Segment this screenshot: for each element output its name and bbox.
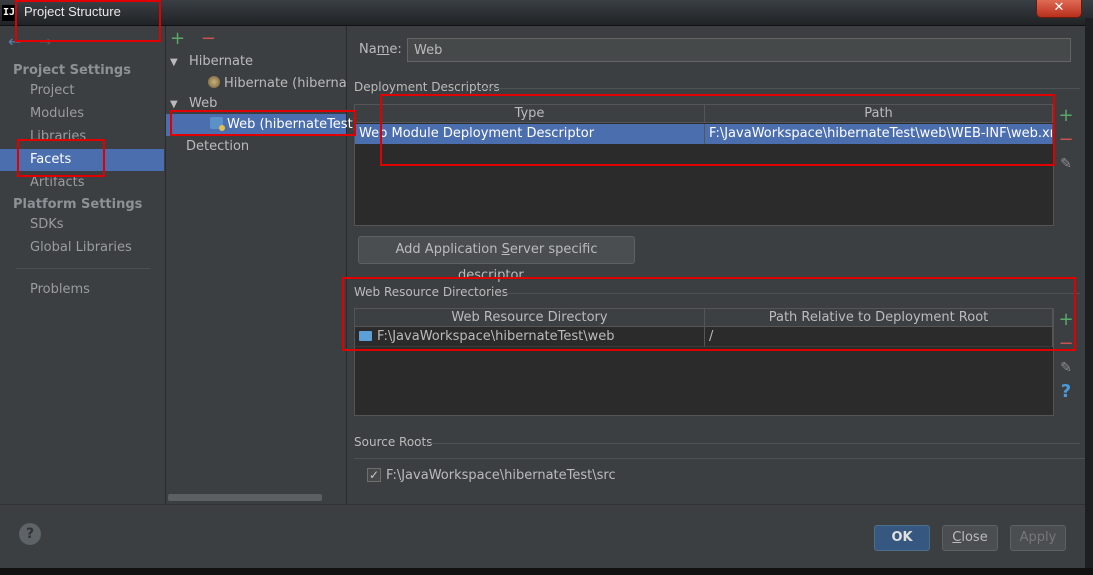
web-resource-directory-cell: F:\JavaWorkspace\hibernateTest\web — [355, 327, 705, 347]
expand-toggle-icon[interactable]: ▼ — [170, 94, 184, 116]
relative-path-cell: / — [705, 327, 1053, 347]
tree-toolbar: + − — [170, 28, 216, 49]
nav-item-project[interactable]: Project — [0, 80, 164, 102]
group-divider — [428, 443, 1080, 444]
intellij-app-icon: IJ — [2, 5, 16, 21]
tree-node-label: Web (hibernateTest) — [227, 117, 358, 132]
nav-item-facets[interactable]: Facets — [0, 149, 164, 171]
descriptor-path-cell: F:\JavaWorkspace\hibernateTest\web\WEB-I… — [705, 124, 1053, 144]
hibernate-icon — [208, 76, 220, 88]
settings-nav: ← → Project Settings Project Modules Lib… — [0, 26, 164, 504]
remove-descriptor-icon[interactable]: − — [1054, 128, 1078, 152]
tree-node-web[interactable]: ▼ Web — [170, 93, 346, 115]
nav-item-artifacts[interactable]: Artifacts — [0, 172, 164, 194]
web-resource-toolbar: + − ✎ ? — [1054, 308, 1078, 404]
column-header-relative-path[interactable]: Path Relative to Deployment Root — [705, 309, 1053, 327]
add-web-resource-icon[interactable]: + — [1054, 308, 1078, 332]
web-facet-icon — [210, 117, 225, 131]
window-border — [1085, 18, 1093, 575]
back-arrow-icon[interactable]: ← — [8, 32, 21, 51]
name-label: Name: — [359, 42, 402, 57]
nav-divider — [16, 268, 150, 269]
nav-item-libraries[interactable]: Libraries — [0, 126, 164, 148]
table-row[interactable]: F:\JavaWorkspace\hibernateTest\web / — [355, 327, 1053, 347]
table-row[interactable]: Web Module Deployment Descriptor F:\Java… — [355, 124, 1053, 144]
deployment-descriptors-table: Type Path Web Module Deployment Descript… — [354, 104, 1054, 226]
ok-button[interactable]: OK — [874, 525, 930, 551]
source-root-path: F:\JavaWorkspace\hibernateTest\src — [386, 468, 616, 483]
facet-tree: + − ▼ Hibernate Hibernate (hibernateTest)… — [165, 26, 358, 504]
tree-horizontal-scrollbar[interactable] — [168, 494, 322, 501]
apply-button[interactable]: Apply — [1010, 525, 1066, 551]
web-resource-table: Web Resource Directory Path Relative to … — [354, 308, 1054, 416]
tree-node-hibernate[interactable]: ▼ Hibernate — [170, 51, 346, 73]
descriptor-type-cell: Web Module Deployment Descriptor — [355, 124, 705, 144]
column-header-web-resource-directory[interactable]: Web Resource Directory — [355, 309, 705, 327]
tree-node-label: Hibernate — [189, 54, 254, 69]
tree-node-label: Web — [189, 96, 218, 111]
deployment-descriptors-label: Deployment Descriptors — [354, 80, 500, 94]
facet-name-input[interactable] — [407, 38, 1071, 62]
forward-arrow-icon[interactable]: → — [39, 32, 52, 51]
descriptor-toolbar: + − ✎ — [1054, 104, 1078, 176]
edit-web-resource-icon[interactable]: ✎ — [1054, 356, 1078, 380]
column-header-type[interactable]: Type — [355, 105, 705, 123]
tree-node-hibernate-facet[interactable]: Hibernate (hibernateTest) — [208, 73, 346, 95]
edit-descriptor-icon[interactable]: ✎ — [1054, 152, 1078, 176]
tree-node-detection[interactable]: Detection — [186, 136, 346, 158]
remove-web-resource-icon[interactable]: − — [1054, 332, 1078, 356]
window-title: Project Structure — [24, 4, 121, 19]
source-root-checkbox[interactable]: ✓ — [367, 468, 381, 482]
table-header: Type Path — [355, 105, 1053, 123]
remove-facet-icon[interactable]: − — [201, 28, 216, 49]
nav-item-modules[interactable]: Modules — [0, 103, 164, 125]
nav-item-problems[interactable]: Problems — [0, 279, 164, 301]
dialog-footer: ? OK Close Apply — [0, 504, 1085, 568]
title-bar: IJ Project Structure ✕ — [0, 0, 1093, 26]
project-structure-dialog: ← → Project Settings Project Modules Lib… — [0, 26, 1085, 568]
nav-item-sdks[interactable]: SDKs — [0, 214, 164, 236]
add-facet-icon[interactable]: + — [170, 28, 185, 49]
window-close-button[interactable]: ✕ — [1036, 0, 1082, 18]
add-descriptor-icon[interactable]: + — [1054, 104, 1078, 128]
platform-settings-header: Platform Settings — [13, 197, 143, 212]
help-icon[interactable]: ? — [1054, 380, 1078, 404]
nav-history: ← → — [8, 32, 64, 51]
web-resource-directories-label: Web Resource Directories — [354, 285, 508, 299]
expand-toggle-icon[interactable]: ▼ — [170, 52, 184, 74]
close-button[interactable]: Close — [942, 525, 998, 551]
facet-settings-panel: Name: Deployment Descriptors Type Path W… — [348, 26, 1085, 504]
group-divider — [480, 88, 1080, 89]
column-header-path[interactable]: Path — [705, 105, 1053, 123]
window-border — [0, 568, 1093, 575]
table-header: Web Resource Directory Path Relative to … — [355, 309, 1053, 327]
nav-item-global-libraries[interactable]: Global Libraries — [0, 237, 164, 259]
group-divider — [496, 293, 1080, 294]
help-icon[interactable]: ? — [19, 523, 41, 545]
project-settings-header: Project Settings — [13, 63, 131, 78]
tree-node-label: Hibernate (hibernateTest) — [224, 76, 346, 91]
add-server-descriptor-button[interactable]: Add Application Server specific descript… — [358, 236, 635, 283]
tree-node-web-facet[interactable]: Web (hibernateTest) — [166, 114, 358, 136]
folder-icon — [359, 331, 372, 341]
source-roots-label: Source Roots — [354, 435, 433, 449]
